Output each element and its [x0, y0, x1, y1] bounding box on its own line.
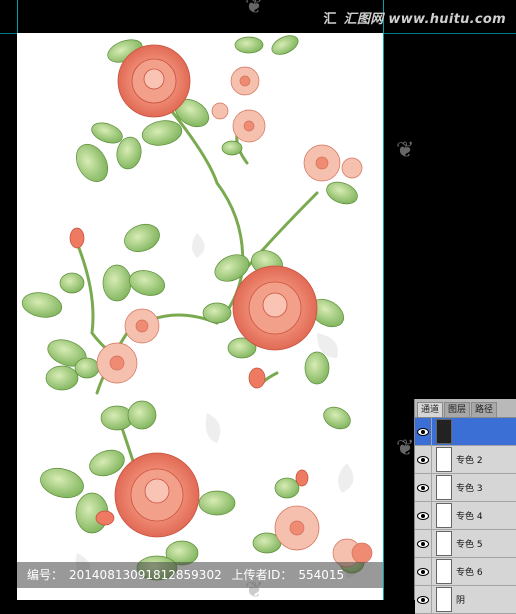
watermark-swirl-icon: ❦: [245, 0, 264, 19]
site-logo: 汇 汇图网 www.huitu.com: [324, 8, 506, 27]
tab-channels[interactable]: 通道: [417, 402, 444, 417]
uploader-value: 554015: [298, 568, 345, 582]
watermark-swirl-icon: ❦: [396, 436, 415, 461]
channel-row[interactable]: 专色 5: [415, 530, 516, 558]
uploader-label: 上传者ID：: [231, 568, 293, 582]
tab-layers[interactable]: 图层: [444, 402, 471, 417]
channel-label: 专色 3: [456, 484, 483, 494]
visibility-eye-icon[interactable]: [415, 530, 432, 557]
floral-artwork: [21, 35, 373, 581]
image-info-strip: 编号： 20140813091812859302 上传者ID： 554015: [17, 562, 383, 588]
visibility-eye-icon[interactable]: [415, 558, 432, 585]
channel-thumbnail: [436, 447, 452, 472]
logo-text: 汇图网 www.huitu.com: [343, 12, 506, 27]
logo-mark: 汇: [323, 12, 337, 27]
channel-label: 专色 2: [456, 456, 483, 466]
channel-row[interactable]: 专色 6: [415, 558, 516, 586]
channel-row[interactable]: [415, 418, 516, 446]
channel-row[interactable]: 阴: [415, 586, 516, 614]
channel-row[interactable]: 专色 4: [415, 502, 516, 530]
channel-row[interactable]: 专色 3: [415, 474, 516, 502]
visibility-eye-icon[interactable]: [415, 474, 432, 501]
channel-thumbnail: [436, 419, 452, 444]
channel-row[interactable]: 专色 2: [415, 446, 516, 474]
channel-label: 专色 6: [456, 568, 483, 578]
channels-panel: 通道 图层 路径 专色 2 专色 3 专色 4 专色 5 专色 6 阴: [414, 399, 516, 614]
guide-line-right: [383, 0, 384, 600]
channel-thumbnail: [436, 475, 452, 500]
id-value: 20140813091812859302: [69, 568, 222, 582]
channel-thumbnail: [436, 531, 452, 556]
watermark-swirl-icon: ❦: [396, 138, 415, 163]
visibility-eye-icon[interactable]: [415, 418, 432, 445]
id-label: 编号：: [27, 568, 64, 582]
channel-label: 专色 5: [456, 540, 483, 550]
tab-paths[interactable]: 路径: [471, 402, 498, 417]
visibility-eye-icon[interactable]: [415, 502, 432, 529]
panel-tabs: 通道 图层 路径: [415, 399, 516, 418]
artwork-canvas: [17, 33, 383, 600]
channel-thumbnail: [436, 503, 452, 528]
channel-label: 专色 4: [456, 512, 483, 522]
visibility-eye-icon[interactable]: [415, 446, 432, 473]
channel-thumbnail: [436, 559, 452, 584]
